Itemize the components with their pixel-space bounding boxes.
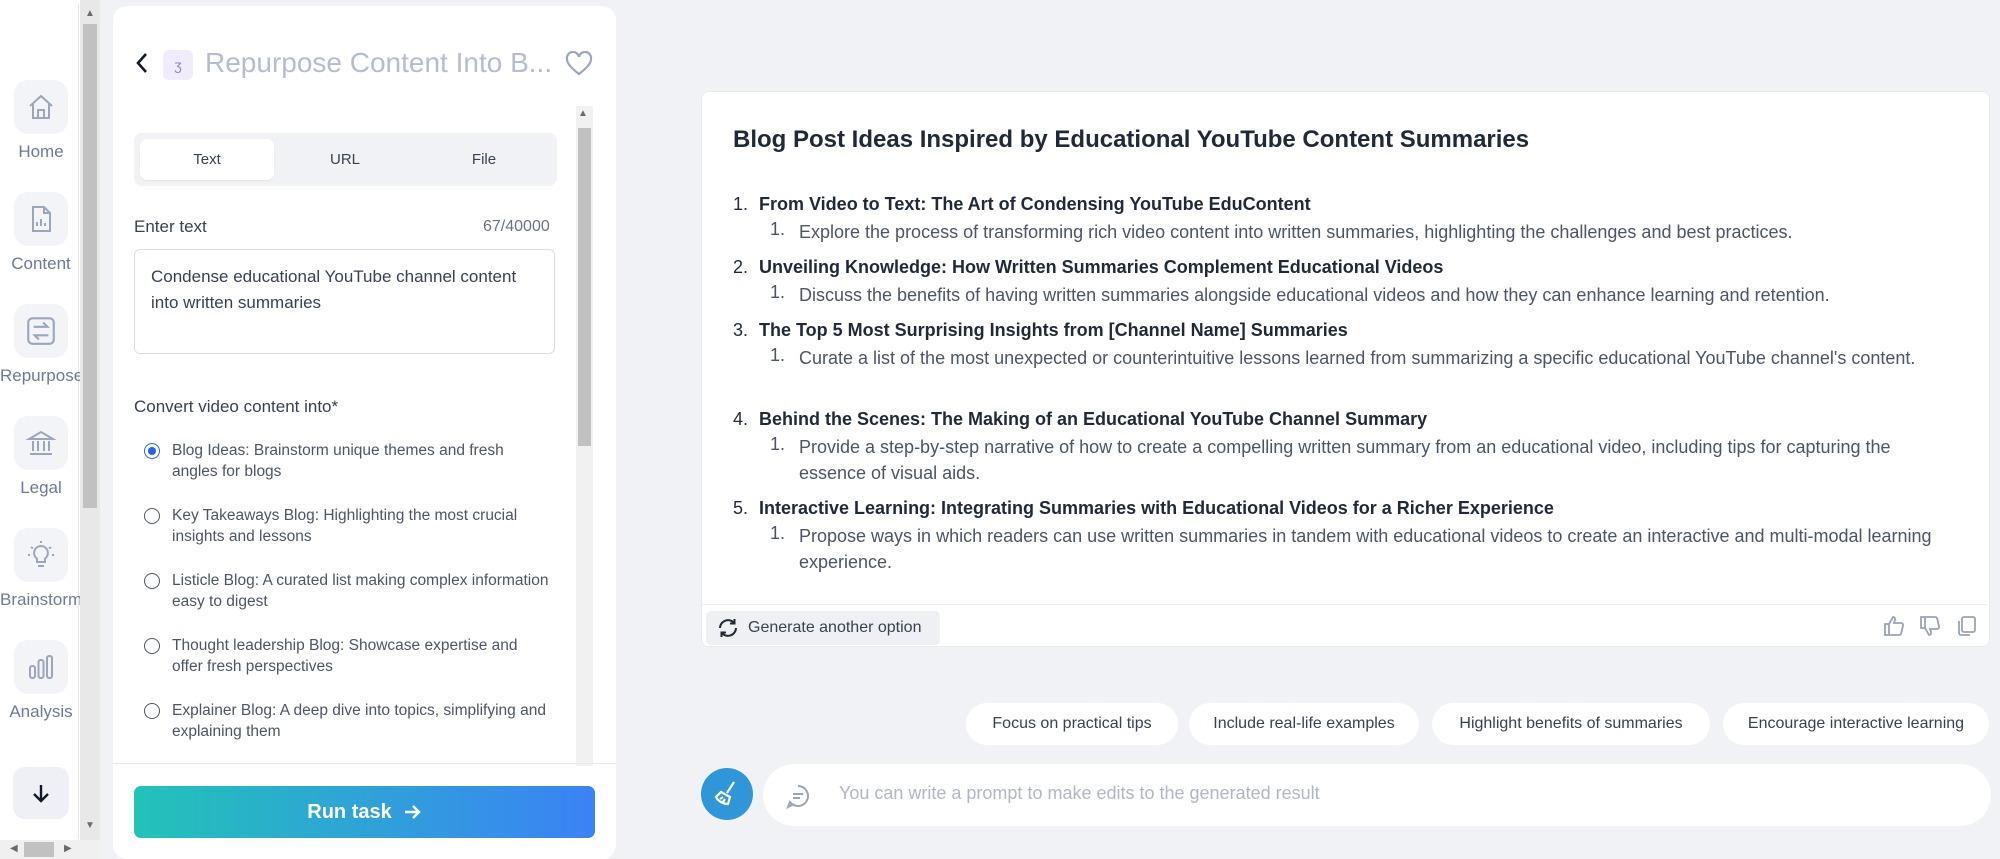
chat-bubble-icon <box>784 782 812 815</box>
sub-number: 1. <box>770 345 786 365</box>
nav-item-brainstorm[interactable]: Brainstorm <box>0 528 82 610</box>
nav-item-home[interactable]: Home <box>0 80 82 162</box>
nav-item-label: Analysis <box>9 702 73 721</box>
home-icon <box>14 80 68 134</box>
divider <box>113 763 616 764</box>
suggestion-chip[interactable]: Highlight benefits of summaries <box>1432 703 1710 745</box>
list-description: Curate a list of the most unexpected or … <box>799 348 1916 368</box>
rail-scrollbar-thumb[interactable] <box>83 24 97 508</box>
char-count: 67/40000 <box>483 218 550 235</box>
nav-item-repurpose[interactable]: Repurpose <box>0 304 84 386</box>
result-title: Blog Post Ideas Inspired by Educational … <box>733 126 1530 153</box>
refresh-icon <box>719 619 737 637</box>
suggestion-chip[interactable]: Focus on practical tips <box>966 703 1178 745</box>
list-heading: Unveiling Knowledge: How Written Summari… <box>759 257 1444 277</box>
favorite-heart-icon[interactable] <box>565 50 593 82</box>
nav-item-content[interactable]: Content <box>0 192 82 274</box>
scroll-down-arrow-icon[interactable]: ▼ <box>85 820 95 831</box>
document-chart-icon <box>14 192 68 246</box>
run-task-button[interactable]: Run task <box>134 786 595 838</box>
content-textarea[interactable]: Condense educational YouTube channel con… <box>134 249 555 354</box>
list-number: 3. <box>733 320 749 340</box>
option-label: Explainer Blog: A deep dive into topics,… <box>172 702 546 740</box>
list-heading: From Video to Text: The Art of Condensin… <box>759 194 1311 214</box>
bar-chart-icon <box>14 640 68 694</box>
lightbulb-icon <box>14 528 68 582</box>
swap-arrows-icon <box>14 304 68 358</box>
radio-button[interactable] <box>144 703 160 719</box>
list-number: 5. <box>733 498 749 518</box>
suggestion-chip[interactable]: Include real-life examples <box>1189 703 1419 745</box>
nav-item-label: Brainstorm <box>0 590 83 609</box>
option-label: Key Takeaways Blog: Highlighting the mos… <box>172 507 518 545</box>
scroll-left-arrow-icon[interactable]: ◀ <box>10 843 18 854</box>
list-description: Provide a step-by-step narrative of how … <box>799 437 1891 483</box>
enter-text-label: Enter text <box>134 217 207 236</box>
list-number: 1. <box>733 194 749 214</box>
convert-label: Convert video content into* <box>134 397 339 416</box>
arrow-right-icon <box>404 805 421 819</box>
sub-number: 1. <box>770 523 786 543</box>
suggestion-chip[interactable]: Encourage interactive learning <box>1723 703 1989 745</box>
radio-button[interactable] <box>144 573 160 589</box>
list-description: Discuss the benefits of having written s… <box>799 285 1830 305</box>
feedback-actions <box>1882 614 1978 638</box>
assistant-avatar[interactable] <box>701 768 753 820</box>
radio-button[interactable] <box>144 638 160 654</box>
radio-button[interactable] <box>144 443 160 459</box>
scroll-down-button[interactable] <box>13 767 69 819</box>
list-description: Explore the process of transforming rich… <box>799 222 1793 242</box>
nav-item-label: Legal <box>20 478 62 497</box>
generate-another-button[interactable]: Generate another option <box>706 611 940 645</box>
nav-item-analysis[interactable]: Analysis <box>0 640 82 722</box>
list-heading: The Top 5 Most Surprising Insights from … <box>759 320 1348 340</box>
horizontal-scrollbar-thumb[interactable] <box>24 842 54 857</box>
tab-text[interactable]: Text <box>140 139 274 180</box>
nav-item-label: Repurpose <box>0 366 84 385</box>
nav-item-label: Content <box>11 254 71 273</box>
list-description: Propose ways in which readers can use wr… <box>799 526 1932 572</box>
run-task-label: Run task <box>307 800 392 823</box>
list-heading: Interactive Learning: Integrating Summar… <box>759 498 1554 518</box>
generate-another-label: Generate another option <box>748 619 922 636</box>
broom-icon <box>714 781 735 806</box>
nav-item-label: Home <box>18 142 64 161</box>
radio-button[interactable] <box>144 508 160 524</box>
panel-scroll-up-arrow-icon[interactable]: ▲ <box>578 108 588 119</box>
option-label: Listicle Blog: A curated list making com… <box>172 572 549 610</box>
list-number: 4. <box>733 409 749 429</box>
page-title: Repurpose Content Into B... <box>205 47 553 78</box>
option-label: Blog Ideas: Brainstorm unique themes and… <box>172 442 504 480</box>
tool-badge-icon: ʒ <box>163 50 193 80</box>
list-number: 2. <box>733 257 749 277</box>
panel-scrollbar-thumb[interactable] <box>578 128 591 446</box>
sub-number: 1. <box>770 282 786 302</box>
tab-url[interactable]: URL <box>278 139 412 180</box>
scroll-right-arrow-icon[interactable]: ▶ <box>64 843 72 854</box>
list-heading: Behind the Scenes: The Making of an Educ… <box>759 409 1428 429</box>
thumbs-up-icon[interactable] <box>1882 614 1906 638</box>
prompt-placeholder: You can write a prompt to make edits to … <box>839 783 1320 803</box>
back-chevron-icon[interactable] <box>134 51 150 80</box>
nav-item-legal[interactable]: Legal <box>0 416 82 498</box>
copy-icon[interactable] <box>1954 614 1978 638</box>
sub-number: 1. <box>770 434 786 454</box>
arrow-down-icon <box>33 785 49 803</box>
bank-icon <box>14 416 68 470</box>
scroll-up-arrow-icon[interactable]: ▲ <box>85 8 95 19</box>
option-label: Thought leadership Blog: Showcase expert… <box>172 637 518 675</box>
input-type-tabs: Text URL File <box>134 133 557 186</box>
tab-file[interactable]: File <box>417 139 551 180</box>
thumbs-down-icon[interactable] <box>1918 614 1942 638</box>
sub-number: 1. <box>770 219 786 239</box>
divider <box>702 604 1988 605</box>
